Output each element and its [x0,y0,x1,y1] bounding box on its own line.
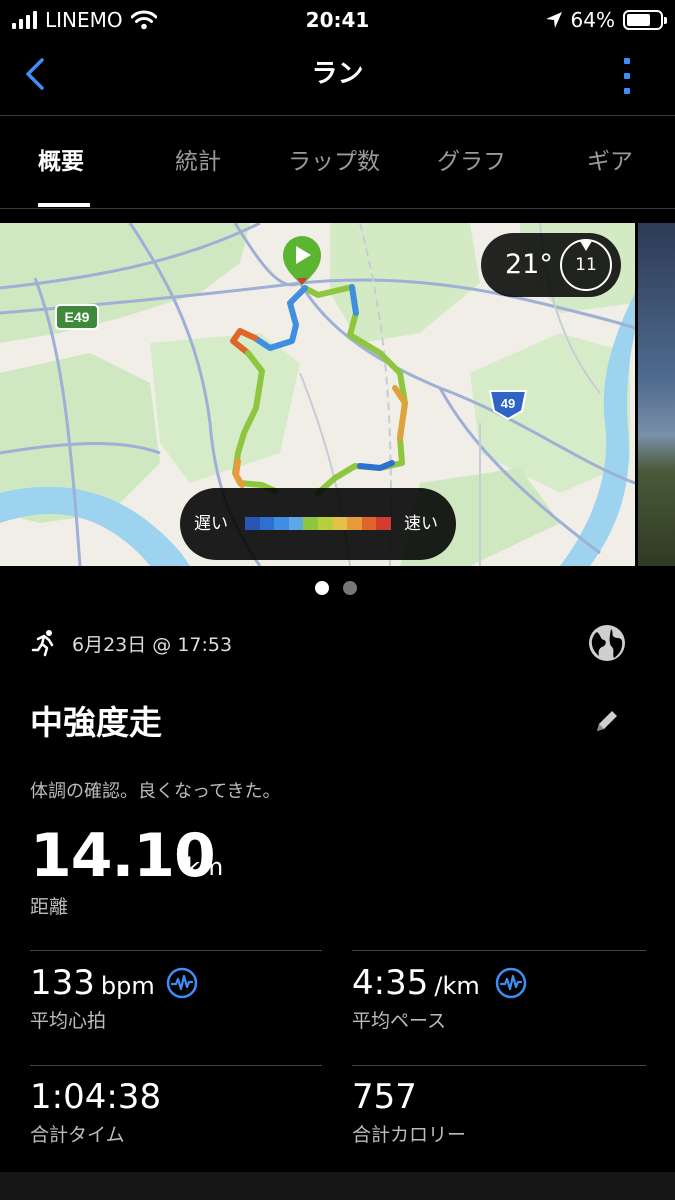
divider [352,1065,646,1066]
pace-color-scale [245,517,391,530]
avg-pace-label: 平均ペース [352,1010,447,1032]
pace-swatch-10 [376,517,391,530]
tab-bar: 概要 統計 ラップ数 グラフ ギア [0,116,675,209]
legend-slow-label: 遅い [194,514,228,534]
tab-gear[interactable]: ギア [587,144,633,180]
battery-icon [623,10,667,30]
heart-rate-unit: bpm [100,972,155,1000]
divider [30,1065,322,1066]
tab-graphs[interactable]: グラフ [437,144,506,180]
bottom-toolbar [0,1172,675,1200]
activity-title: 中強度走 [30,703,162,742]
pace-swatch-9 [361,517,377,530]
activity-meta: 6月23日 @ 17:53 [30,624,232,662]
total-time-label: 合計タイム [30,1124,125,1146]
location-arrow-icon [545,12,562,28]
total-time-value: 1:04:38 [30,1077,162,1117]
divider [352,950,646,951]
activity-date: 6月23日 @ 17:53 [72,633,233,656]
carousel-dot-1[interactable] [315,581,329,595]
heart-rate-number: 133 [30,963,95,1003]
pace-legend: 遅い 速い [180,488,456,560]
divider [30,950,322,951]
page-title: ラン [311,59,364,89]
pace-swatch-2 [259,517,275,530]
battery-percent: 64% [570,8,615,32]
pace-swatch-8 [347,517,362,530]
nav-bar: ラン [0,40,675,116]
pace-swatch-3 [274,517,289,530]
pace-number: 4:35 [352,963,429,1003]
weather-badge: 21° 11 [481,233,621,297]
temperature: 21° [505,249,553,280]
total-calories-value: 757 [352,1077,417,1117]
more-menu-icon[interactable] [617,56,637,96]
distance-unit: km [186,853,224,881]
tab-stats[interactable]: 統計 [175,144,221,180]
edit-pencil-icon[interactable] [592,706,622,736]
route-shield: 49 [501,396,515,411]
activity-photo-thumbnail[interactable] [638,223,675,566]
active-tab-indicator [38,203,90,207]
heart-rate-zone-icon[interactable] [166,967,198,999]
pace-zone-icon[interactable] [495,967,527,999]
avg-pace-value: 4:35/km [352,961,480,1008]
avg-heart-rate-label: 平均心拍 [30,1010,107,1032]
status-right: 64% [545,6,667,34]
pace-swatch-4 [288,517,304,530]
tab-overview[interactable]: 概要 [38,144,84,180]
legend-fast-label: 速い [404,514,438,534]
pace-swatch-7 [332,517,348,530]
activity-note: 体調の確認。良くなってきた。 [30,781,281,802]
wind-speed: 11 [575,255,597,275]
pace-swatch-5 [303,517,318,530]
expressway-shield: E49 [65,309,90,325]
running-icon [31,630,54,657]
globe-icon[interactable] [587,623,627,663]
pace-swatch-1 [245,517,260,530]
carousel-dots[interactable] [315,581,357,595]
status-bar: LINEMO 20:41 64% [0,0,675,40]
total-calories-label: 合計カロリー [352,1124,467,1146]
tab-laps[interactable]: ラップ数 [288,144,380,180]
back-chevron-icon[interactable] [18,54,58,94]
distance-label: 距離 [30,896,69,918]
avg-heart-rate-value: 133 bpm [30,961,155,1008]
carousel-dot-2[interactable] [343,581,357,595]
pace-unit: /km [434,972,480,1000]
pace-swatch-6 [317,517,333,530]
